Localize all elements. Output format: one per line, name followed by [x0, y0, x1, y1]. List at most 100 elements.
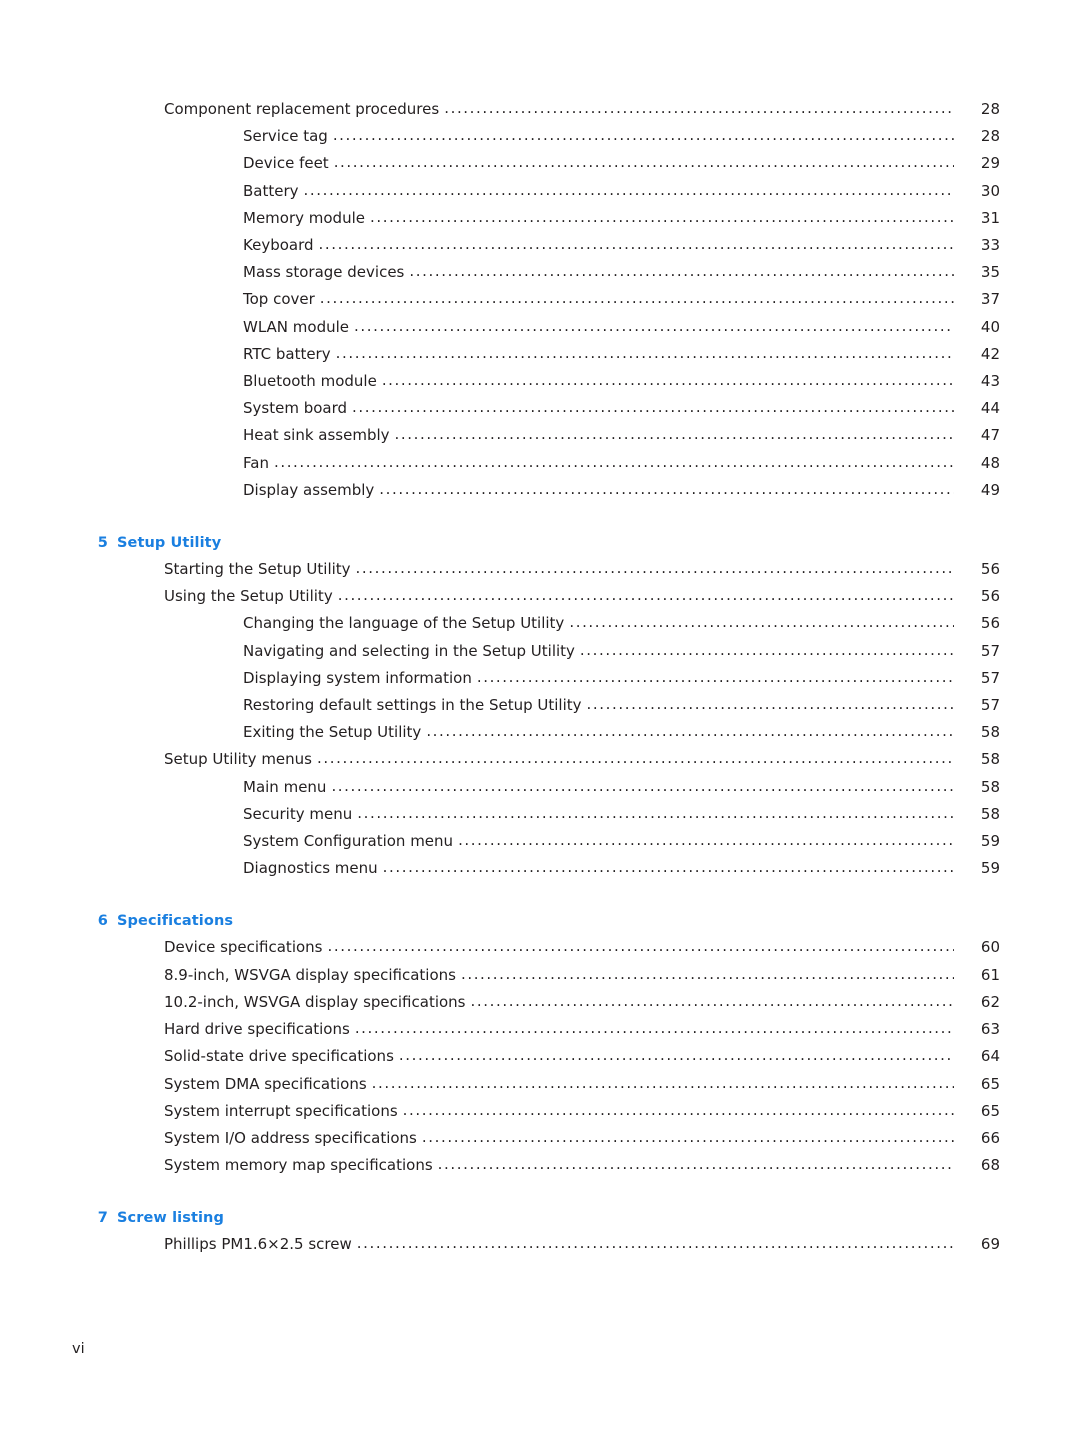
toc-leader-dots: ........................................… [458, 831, 954, 850]
toc-leader-dots: ........................................… [437, 1155, 954, 1174]
toc-leader-dots: ........................................… [379, 479, 954, 498]
toc-entry-label: Solid-state drive specifications [164, 1047, 394, 1066]
toc-chapter-heading[interactable]: 7 Screw listing [80, 1210, 1000, 1226]
toc-entry-label: Battery [243, 181, 299, 200]
toc-entry-page-number: 64 [980, 1047, 1000, 1066]
toc-leader-dots: ........................................… [327, 937, 954, 956]
toc-entry-page-number: 47 [980, 426, 1000, 445]
toc-entry-page-number: 62 [980, 992, 1000, 1011]
toc-chapter-heading[interactable]: 6 Specifications [80, 913, 1000, 929]
toc-entry-page-number: 56 [980, 560, 1000, 579]
toc-entry-label: System memory map specifications [164, 1156, 433, 1175]
toc-entry[interactable]: Displaying system information...........… [80, 665, 1000, 692]
toc-leader-dots: ........................................… [370, 207, 954, 226]
toc-entry[interactable]: System Configuration menu...............… [80, 828, 1000, 855]
toc-leader-dots: ........................................… [398, 1046, 954, 1065]
toc-entry-label: Device feet [243, 154, 329, 173]
chapter-number: 5 [97, 535, 108, 552]
toc-entry-label: Navigating and selecting in the Setup Ut… [243, 641, 575, 660]
toc-leader-dots: ........................................… [381, 371, 954, 390]
toc-entry[interactable]: Navigating and selecting in the Setup Ut… [80, 638, 1000, 665]
toc-entry-label: Mass storage devices [243, 263, 405, 282]
toc-entry[interactable]: Phillips PM1.6×2.5 screw................… [80, 1231, 1000, 1258]
toc-entry[interactable]: RTC battery.............................… [80, 341, 1000, 368]
toc-entry-page-number: 69 [980, 1235, 1000, 1254]
toc-leader-dots: ........................................… [335, 343, 954, 362]
toc-entry[interactable]: Heat sink assembly......................… [80, 422, 1000, 449]
toc-leader-dots: ........................................… [303, 180, 954, 199]
toc-entry[interactable]: 8.9-inch, WSVGA display specifications..… [80, 962, 1000, 989]
toc-entry-page-number: 58 [980, 804, 1000, 823]
toc-entry[interactable]: Security menu...........................… [80, 801, 1000, 828]
toc-entry-label: Security menu [243, 804, 353, 823]
toc-entry[interactable]: Mass storage devices....................… [80, 259, 1000, 286]
toc-entry[interactable]: Device specifications...................… [80, 934, 1000, 961]
toc-entry[interactable]: Memory module...........................… [80, 205, 1000, 232]
toc-entry-page-number: 33 [980, 236, 1000, 255]
toc-leader-dots: ........................................… [354, 316, 954, 335]
toc-entry-label: System interrupt specifications [164, 1101, 398, 1120]
toc-entry-page-number: 49 [980, 480, 1000, 499]
toc-entry-page-number: 58 [980, 777, 1000, 796]
toc-entry-page-number: 66 [980, 1128, 1000, 1147]
toc-entry-page-number: 59 [980, 832, 1000, 851]
toc-entry[interactable]: Exiting the Setup Utility...............… [80, 719, 1000, 746]
toc-entry[interactable]: Restoring default settings in the Setup … [80, 692, 1000, 719]
toc-entry[interactable]: Keyboard................................… [80, 232, 1000, 259]
toc-leader-dots: ........................................… [357, 803, 954, 822]
toc-entry[interactable]: Fan.....................................… [80, 450, 1000, 477]
toc-chapter-heading[interactable]: 5 Setup Utility [80, 535, 1000, 551]
toc-entry[interactable]: Solid-state drive specifications........… [80, 1043, 1000, 1070]
toc-entry[interactable]: Changing the language of the Setup Utili… [80, 610, 1000, 637]
toc-entry[interactable]: Component replacement procedures........… [80, 96, 1000, 123]
toc-entry-label: RTC battery [243, 344, 331, 363]
toc-leader-dots: ........................................… [354, 1019, 954, 1038]
toc-entry[interactable]: Display assembly........................… [80, 477, 1000, 504]
toc-entry-page-number: 57 [980, 668, 1000, 687]
toc-entry[interactable]: System interrupt specifications.........… [80, 1098, 1000, 1125]
toc-entry-label: Keyboard [243, 236, 314, 255]
toc-entry[interactable]: System DMA specifications...............… [80, 1071, 1000, 1098]
toc-leader-dots: ........................................… [394, 425, 954, 444]
toc-entry-page-number: 61 [980, 965, 1000, 984]
toc-leader-dots: ........................................… [402, 1100, 954, 1119]
toc-entry[interactable]: 10.2-inch, WSVGA display specifications.… [80, 989, 1000, 1016]
toc-entry[interactable]: Service tag.............................… [80, 123, 1000, 150]
toc-entry-label: Hard drive specifications [164, 1020, 350, 1039]
toc-entry[interactable]: Device feet.............................… [80, 150, 1000, 177]
toc-leader-dots: ........................................… [476, 667, 954, 686]
toc-leader-dots: ........................................… [317, 749, 954, 768]
toc-entry-page-number: 57 [980, 641, 1000, 660]
toc-entry-label: Changing the language of the Setup Utili… [243, 614, 565, 633]
toc-leader-dots: ........................................… [382, 858, 954, 877]
toc-entry-page-number: 44 [980, 399, 1000, 418]
toc-entry[interactable]: Main menu...............................… [80, 774, 1000, 801]
toc-leader-dots: ........................................… [356, 1234, 954, 1253]
toc-entry[interactable]: Battery.................................… [80, 178, 1000, 205]
toc-entry[interactable]: Bluetooth module........................… [80, 368, 1000, 395]
toc-entry[interactable]: Setup Utility menus.....................… [80, 746, 1000, 773]
toc-entry[interactable]: Starting the Setup Utility..............… [80, 556, 1000, 583]
toc-entry-label: Service tag [243, 127, 328, 146]
toc-entry-page-number: 56 [980, 614, 1000, 633]
toc-entry[interactable]: System board............................… [80, 395, 1000, 422]
toc-leader-dots: ........................................… [371, 1073, 954, 1092]
toc-leader-dots: ........................................… [319, 289, 954, 308]
toc-leader-dots: ........................................… [337, 586, 954, 605]
toc-entry[interactable]: Diagnostics menu........................… [80, 855, 1000, 882]
page-folio: vi [72, 1341, 85, 1357]
toc-entry[interactable]: System I/O address specifications.......… [80, 1125, 1000, 1152]
toc-entry-page-number: 35 [980, 263, 1000, 282]
toc-entry[interactable]: WLAN module.............................… [80, 314, 1000, 341]
toc-entry[interactable]: Hard drive specifications...............… [80, 1016, 1000, 1043]
toc-entry-label: Device specifications [164, 938, 323, 957]
toc-leader-dots: ........................................… [421, 1127, 954, 1146]
toc-entry[interactable]: Top cover...............................… [80, 286, 1000, 313]
toc-entry-label: Setup Utility menus [164, 750, 312, 769]
toc-entry[interactable]: System memory map specifications........… [80, 1152, 1000, 1179]
toc-entry[interactable]: Using the Setup Utility.................… [80, 583, 1000, 610]
toc-entry-label: System I/O address specifications [164, 1128, 417, 1147]
table-of-contents: Component replacement procedures........… [80, 96, 1000, 1259]
toc-entry-page-number: 30 [980, 181, 1000, 200]
